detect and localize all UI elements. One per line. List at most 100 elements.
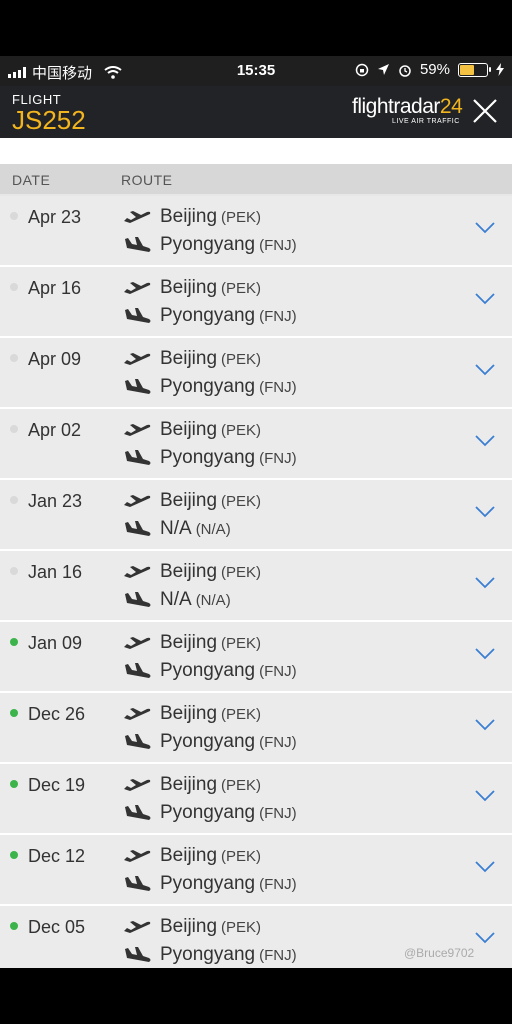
arrival-city-name: Pyongyang: [160, 376, 256, 397]
arrival-code: (FNJ): [259, 947, 297, 964]
departure-city-name: Beijing: [160, 703, 218, 724]
location-arrow-icon: [377, 64, 389, 75]
flight-date: Apr 09: [28, 349, 82, 369]
flight-date: Dec 05: [28, 917, 86, 937]
departure-plane-icon: [122, 563, 152, 581]
arrival-city: Pyongyang (FNJ): [160, 873, 297, 895]
status-dot: [10, 212, 18, 220]
flight-row[interactable]: Apr 23 Beijing (PEK) Pyongyang (FNJ): [0, 196, 512, 267]
status-dot: [10, 709, 18, 717]
arrival-city: Pyongyang (FNJ): [160, 376, 297, 398]
flight-header: FLIGHT JS252 flightradar24 LIVE AIR TRAF…: [0, 86, 512, 138]
flight-date: Jan 16: [28, 562, 83, 582]
arrival-city: N/A (N/A): [160, 589, 231, 611]
arrival-code: (FNJ): [259, 805, 297, 822]
departure-code: (PEK): [221, 706, 262, 723]
arrival-code: (FNJ): [259, 237, 297, 254]
chevron-down-icon[interactable]: [474, 576, 496, 590]
flight-date: Apr 02: [28, 420, 82, 440]
arrival-city-name: Pyongyang: [160, 447, 256, 468]
route-column-header: ROUTE: [121, 172, 173, 188]
logo-text: flightradar: [352, 95, 440, 118]
flight-row[interactable]: Apr 16 Beijing (PEK) Pyongyang (FNJ): [0, 267, 512, 338]
flight-history: DATE ROUTE Apr 23 Beijing (PEK) Pyongyang (F…: [0, 138, 512, 968]
departure-city-name: Beijing: [160, 916, 218, 937]
departure-city-name: Beijing: [160, 490, 218, 511]
departure-plane-icon: [122, 492, 152, 510]
arrival-code: (FNJ): [259, 876, 297, 893]
flight-row[interactable]: Dec 19 Beijing (PEK) Pyongyang (FNJ): [0, 764, 512, 835]
departure-code: (PEK): [221, 422, 262, 439]
departure-plane-icon: [122, 918, 152, 936]
chevron-down-icon[interactable]: [474, 789, 496, 803]
departure-city: Beijing (PEK): [160, 845, 261, 867]
flightradar-logo: flightradar24: [352, 95, 463, 119]
flight-list: Apr 23 Beijing (PEK) Pyongyang (FNJ) Apr 16 Be…: [0, 196, 512, 968]
departure-plane-icon: [122, 634, 152, 652]
flight-row[interactable]: Apr 09 Beijing (PEK) Pyongyang (FNJ): [0, 338, 512, 409]
departure-city-name: Beijing: [160, 277, 218, 298]
flight-row[interactable]: Dec 26 Beijing (PEK) Pyongyang (FNJ): [0, 693, 512, 764]
chevron-down-icon[interactable]: [474, 434, 496, 448]
arrival-city: Pyongyang (FNJ): [160, 944, 297, 966]
chevron-down-icon[interactable]: [474, 931, 496, 945]
departure-code: (PEK): [221, 777, 262, 794]
battery-percent: 59%: [419, 61, 450, 78]
departure-city: Beijing (PEK): [160, 703, 261, 725]
watermark: @Bruce9702: [404, 946, 475, 960]
arrival-code: (N/A): [195, 521, 231, 538]
arrival-code: (FNJ): [259, 450, 297, 467]
chevron-down-icon[interactable]: [474, 505, 496, 519]
departure-plane-icon: [122, 279, 152, 297]
departure-code: (PEK): [221, 209, 262, 226]
arrival-city-name: N/A: [160, 518, 192, 539]
departure-code: (PEK): [221, 280, 262, 297]
status-dot: [10, 354, 18, 362]
battery-fill: [460, 64, 475, 75]
chevron-down-icon[interactable]: [474, 221, 496, 235]
flight-row[interactable]: Apr 02 Beijing (PEK) Pyongyang (FNJ): [0, 409, 512, 480]
chevron-down-icon[interactable]: [474, 292, 496, 306]
chevron-down-icon[interactable]: [474, 363, 496, 377]
arrival-code: (FNJ): [259, 734, 297, 751]
departure-code: (PEK): [221, 848, 262, 865]
arrival-plane-icon: [122, 946, 152, 964]
battery-icon: [458, 62, 491, 77]
departure-plane-icon: [122, 705, 152, 723]
alarm-icon: [399, 64, 411, 77]
departure-plane-icon: [122, 421, 152, 439]
arrival-city: Pyongyang (FNJ): [160, 802, 297, 824]
arrival-city: Pyongyang (FNJ): [160, 447, 297, 469]
chevron-down-icon[interactable]: [474, 860, 496, 874]
status-dot: [10, 425, 18, 433]
arrival-plane-icon: [122, 591, 152, 609]
arrival-city-name: Pyongyang: [160, 660, 256, 681]
column-header: DATE ROUTE: [0, 164, 512, 194]
departure-plane-icon: [122, 208, 152, 226]
departure-city: Beijing (PEK): [160, 632, 261, 654]
arrival-city-name: Pyongyang: [160, 731, 256, 752]
departure-code: (PEK): [221, 493, 262, 510]
chevron-down-icon[interactable]: [474, 718, 496, 732]
departure-city: Beijing (PEK): [160, 277, 261, 299]
arrival-plane-icon: [122, 307, 152, 325]
departure-code: (PEK): [221, 351, 262, 368]
arrival-plane-icon: [122, 520, 152, 538]
close-icon[interactable]: [472, 98, 498, 124]
flight-row[interactable]: Jan 23 Beijing (PEK) N/A (N/A): [0, 480, 512, 551]
flight-date: Dec 26: [28, 704, 86, 724]
departure-city: Beijing (PEK): [160, 348, 261, 370]
flight-date: Jan 23: [28, 491, 83, 511]
flight-row[interactable]: Dec 12 Beijing (PEK) Pyongyang (FNJ): [0, 835, 512, 906]
flight-row[interactable]: Jan 09 Beijing (PEK) Pyongyang (FNJ): [0, 622, 512, 693]
departure-city: Beijing (PEK): [160, 561, 261, 583]
chevron-down-icon[interactable]: [474, 647, 496, 661]
flight-number: JS252: [12, 105, 86, 135]
arrival-code: (FNJ): [259, 663, 297, 680]
arrival-city-name: Pyongyang: [160, 944, 256, 965]
screen: 中国移动 15:35 59% FLIGHT JS252 flightradar2…: [0, 0, 512, 1024]
departure-city-name: Beijing: [160, 774, 218, 795]
flight-date: Jan 09: [28, 633, 83, 653]
status-dot: [10, 638, 18, 646]
flight-row[interactable]: Jan 16 Beijing (PEK) N/A (N/A): [0, 551, 512, 622]
